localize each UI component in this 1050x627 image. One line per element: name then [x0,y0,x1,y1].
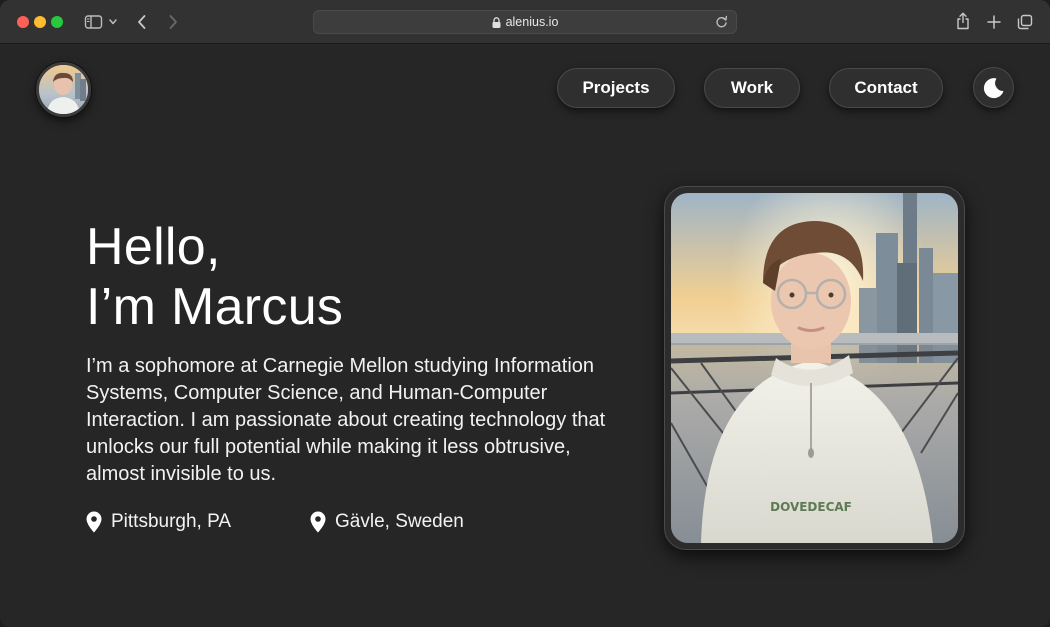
address-bar[interactable]: alenius.io [313,10,737,34]
map-pin-icon [310,511,326,533]
nav-work-label: Work [730,78,774,97]
location-gavle: Gävle, Sweden [310,511,464,533]
moon-icon [983,77,1003,98]
maximize-window-button[interactable] [51,16,63,28]
lock-icon [492,16,501,28]
profile-photo-image: DOVEDECAF [671,193,958,543]
profile-photo: DOVEDECAF [671,193,958,543]
theme-toggle-button[interactable] [973,67,1014,108]
profile-photo-frame: DOVEDECAF [664,186,965,550]
url-text: alenius.io [505,15,559,29]
web-page: Projects Work Contact Hello, I’m Marcus … [0,45,1050,627]
browser-window: alenius.io Projects Work Contact Hello, … [0,0,1050,627]
minimize-window-button[interactable] [34,16,46,28]
sidebar-icon [84,15,117,29]
browser-toolbar: alenius.io [0,0,1050,44]
svg-text:DOVEDECAF: DOVEDECAF [770,500,852,514]
hero-greeting: Hello, [86,218,221,276]
tabs-overview-icon [1017,14,1033,30]
hero-heading: Hello, I’m Marcus [86,217,343,337]
forward-button[interactable] [165,12,181,32]
plus-icon [987,15,1001,29]
avatar-photo [39,65,88,114]
nav-work-button[interactable]: Work [704,68,800,108]
nav-contact-label: Contact [854,78,918,97]
share-icon [957,12,969,30]
location-pittsburgh: Pittsburgh, PA [86,511,231,533]
nav-projects-button[interactable]: Projects [557,68,675,108]
location-label: Gävle, Sweden [335,511,464,532]
tab-overview-button[interactable] [1016,12,1034,32]
new-tab-button[interactable] [985,12,1003,32]
close-window-button[interactable] [17,16,29,28]
map-pin-icon [86,511,102,533]
nav-contact-button[interactable]: Contact [829,68,943,108]
hero-name: I’m Marcus [86,278,344,336]
sidebar-toggle-button[interactable] [82,12,120,32]
hero-bio: I’m a sophomore at Carnegie Mellon study… [86,355,606,485]
nav-projects-label: Projects [582,78,650,97]
chevron-right-icon [169,15,177,29]
location-label: Pittsburgh, PA [111,511,232,532]
avatar[interactable] [36,62,91,117]
share-button[interactable] [954,11,972,31]
chevron-left-icon [138,15,146,29]
back-button[interactable] [134,12,150,32]
reload-icon[interactable] [715,15,728,29]
